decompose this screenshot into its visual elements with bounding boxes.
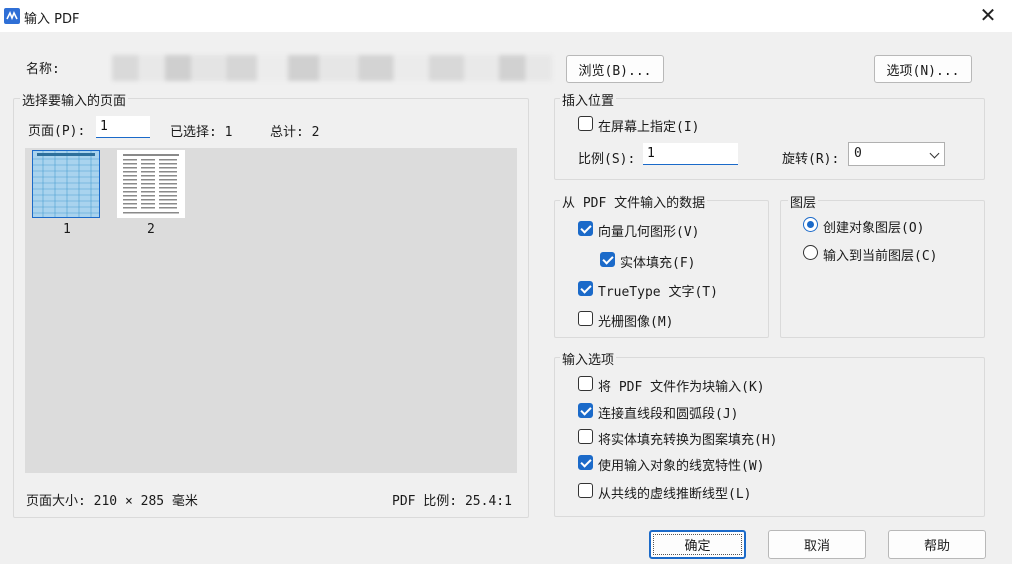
scale-label: 比例(S): — [578, 152, 636, 167]
vector-geometry-label: 向量几何图形(V) — [598, 225, 700, 240]
rotation-value: 0 — [854, 146, 862, 161]
browse-button[interactable]: 浏览(B)... — [566, 55, 664, 83]
solid-fill-checkbox[interactable] — [600, 252, 615, 267]
thumbnail-label: 1 — [63, 222, 71, 237]
page-preview-area: 1 2 — [25, 148, 517, 473]
rotation-select[interactable]: 0 — [848, 142, 945, 166]
infer-linetype-checkbox[interactable] — [578, 483, 593, 498]
name-label: 名称: — [26, 62, 60, 77]
title-bar: 输入 PDF ✕ — [0, 0, 1012, 32]
page-thumbnail-image — [117, 150, 185, 218]
chevron-down-icon — [929, 148, 940, 159]
cancel-button[interactable]: 取消 — [768, 530, 866, 559]
page-thumbnail[interactable] — [117, 150, 185, 218]
ok-button[interactable]: 确定 — [649, 530, 746, 559]
pages-group-title: 选择要输入的页面 — [20, 90, 129, 109]
page-thumbnail[interactable] — [32, 150, 100, 218]
raster-image-checkbox[interactable] — [578, 311, 593, 326]
close-button[interactable]: ✕ — [978, 4, 998, 26]
current-layer-radio[interactable] — [803, 245, 818, 260]
pdf-data-title: 从 PDF 文件输入的数据 — [560, 192, 708, 211]
convert-fill-label: 将实体填充转换为图案填充(H) — [598, 433, 778, 448]
total-count: 总计: 2 — [270, 125, 320, 140]
page-input[interactable] — [96, 116, 150, 138]
import-as-block-label: 将 PDF 文件作为块输入(K) — [598, 380, 765, 395]
import-pdf-dialog: 输入 PDF ✕ 名称: 浏览(B)... 选项(N)... 选择要输入的页面 … — [0, 0, 1012, 564]
create-object-layer-label: 创建对象图层(O) — [823, 221, 925, 236]
ok-button-label: 确定 — [684, 539, 711, 554]
vector-geometry-checkbox[interactable] — [578, 221, 593, 236]
current-layer-label: 输入到当前图层(C) — [823, 249, 938, 264]
help-button-label: 帮助 — [923, 539, 950, 554]
scale-input[interactable] — [643, 143, 738, 165]
name-field-redacted[interactable] — [112, 55, 552, 81]
pdf-scale-text: PDF 比例: 25.4:1 — [392, 494, 512, 509]
create-object-layer-radio[interactable] — [803, 217, 818, 232]
import-options-title: 输入选项 — [560, 349, 617, 368]
specify-on-screen-checkbox[interactable] — [578, 116, 593, 131]
rotation-label: 旋转(R): — [782, 152, 840, 167]
options-button[interactable]: 选项(N)... — [874, 55, 972, 83]
lineweight-checkbox[interactable] — [578, 455, 593, 470]
help-button[interactable]: 帮助 — [888, 530, 986, 559]
thumbnail-label: 2 — [147, 222, 155, 237]
browse-button-label: 浏览(B)... — [578, 63, 652, 79]
truetype-text-checkbox[interactable] — [578, 281, 593, 296]
join-segments-label: 连接直线段和圆弧段(J) — [598, 407, 739, 422]
selected-count: 已选择: 1 — [170, 125, 233, 140]
page-size-text: 页面大小: 210 × 285 毫米 — [26, 494, 198, 509]
page-label: 页面(P): — [28, 124, 86, 139]
specify-on-screen-label: 在屏幕上指定(I) — [598, 120, 700, 135]
insert-position-group — [554, 98, 985, 180]
solid-fill-label: 实体填充(F) — [620, 256, 696, 271]
infer-linetype-label: 从共线的虚线推断线型(L) — [598, 487, 752, 502]
window-title: 输入 PDF — [24, 12, 80, 27]
app-logo-icon — [4, 8, 20, 24]
options-button-label: 选项(N)... — [886, 63, 960, 79]
join-segments-checkbox[interactable] — [578, 403, 593, 418]
truetype-text-label: TrueType 文字(T) — [598, 285, 718, 300]
layer-group-title: 图层 — [788, 192, 819, 211]
page-thumbnail-image — [33, 151, 99, 217]
raster-image-label: 光栅图像(M) — [598, 315, 674, 330]
insert-position-title: 插入位置 — [560, 90, 617, 109]
convert-fill-checkbox[interactable] — [578, 429, 593, 444]
import-as-block-checkbox[interactable] — [578, 376, 593, 391]
lineweight-label: 使用输入对象的线宽特性(W) — [598, 459, 765, 474]
cancel-button-label: 取消 — [803, 539, 830, 554]
close-icon: ✕ — [979, 3, 997, 27]
